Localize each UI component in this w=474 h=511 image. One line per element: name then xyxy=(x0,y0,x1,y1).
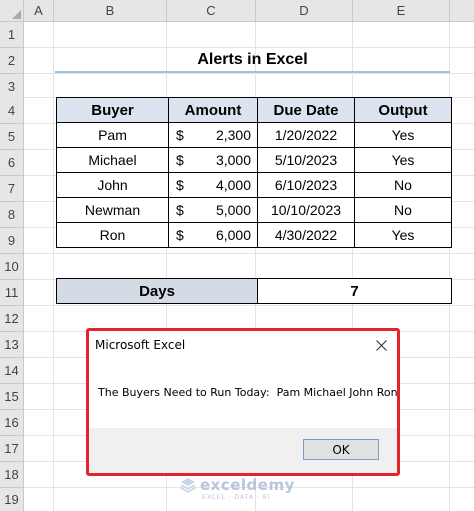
row-header-8[interactable]: 8 xyxy=(0,202,24,228)
column-header-e[interactable]: E xyxy=(353,0,450,22)
gridline xyxy=(24,305,474,306)
amount-value: 5,000 xyxy=(215,202,251,218)
row-header-2[interactable]: 2 xyxy=(0,48,24,74)
dialog-footer: OK xyxy=(89,428,397,473)
close-icon[interactable] xyxy=(373,337,389,353)
row-header-9[interactable]: 9 xyxy=(0,228,24,254)
cell-due-date[interactable]: 10/10/2023 xyxy=(257,197,355,223)
cell-buyer[interactable]: Ron xyxy=(56,222,169,248)
cell-amount[interactable]: $4,000 xyxy=(168,172,258,198)
amount-value: 3,000 xyxy=(215,152,251,168)
row-header-19[interactable]: 19 xyxy=(0,488,24,511)
days-label-cell[interactable]: Days xyxy=(56,278,258,304)
row-header-15[interactable]: 15 xyxy=(0,384,24,410)
amount-value: 4,000 xyxy=(215,177,251,193)
cell-buyer[interactable]: John xyxy=(56,172,169,198)
cell-buyer[interactable]: Newman xyxy=(56,197,169,223)
days-row: Days 7 xyxy=(56,278,452,304)
column-header-f[interactable] xyxy=(450,0,474,22)
table-row: Newman $5,000 10/10/2023 No xyxy=(56,197,452,223)
column-header-a[interactable]: A xyxy=(24,0,54,22)
row-header-13[interactable]: 13 xyxy=(0,332,24,358)
cell-output[interactable]: No xyxy=(354,197,452,223)
cell-output[interactable]: Yes xyxy=(354,147,452,173)
gridline xyxy=(24,253,474,254)
header-due-date[interactable]: Due Date xyxy=(257,97,355,123)
gridline xyxy=(24,73,474,74)
buyers-table: Buyer Amount Due Date Output Pam $2,300 … xyxy=(56,97,452,248)
amount-value: 6,000 xyxy=(215,227,251,243)
header-buyer[interactable]: Buyer xyxy=(56,97,169,123)
header-output[interactable]: Output xyxy=(354,97,452,123)
cell-amount[interactable]: $6,000 xyxy=(168,222,258,248)
currency-symbol: $ xyxy=(176,202,184,218)
cell-amount[interactable]: $3,000 xyxy=(168,147,258,173)
row-header-10[interactable]: 10 xyxy=(0,254,24,280)
title-underline xyxy=(55,71,450,73)
currency-symbol: $ xyxy=(176,227,184,243)
column-header-b[interactable]: B xyxy=(54,0,167,22)
row-header-14[interactable]: 14 xyxy=(0,358,24,384)
header-amount[interactable]: Amount xyxy=(168,97,258,123)
select-all-corner[interactable] xyxy=(0,0,24,22)
cell-buyer[interactable]: Pam xyxy=(56,122,169,148)
row-header-3[interactable]: 3 xyxy=(0,74,24,100)
cell-amount[interactable]: $5,000 xyxy=(168,197,258,223)
cell-amount[interactable]: $2,300 xyxy=(168,122,258,148)
cell-due-date[interactable]: 5/10/2023 xyxy=(257,147,355,173)
currency-symbol: $ xyxy=(176,127,184,143)
days-value-cell[interactable]: 7 xyxy=(257,278,452,304)
cell-output[interactable]: Yes xyxy=(354,222,452,248)
watermark-name: exceldemy xyxy=(200,476,295,494)
cell-output[interactable]: Yes xyxy=(354,122,452,148)
table-row: Michael $3,000 5/10/2023 Yes xyxy=(56,147,452,173)
cell-due-date[interactable]: 4/30/2022 xyxy=(257,222,355,248)
days-table: Days 7 xyxy=(56,278,452,304)
row-header-5[interactable]: 5 xyxy=(0,124,24,150)
message-box-dialog: Microsoft Excel The Buyers Need to Run T… xyxy=(89,331,397,473)
gridline xyxy=(449,22,450,511)
exceldemy-watermark: exceldemy EXCEL · DATA · BI xyxy=(180,476,295,501)
cell-due-date[interactable]: 1/20/2022 xyxy=(257,122,355,148)
row-header-17[interactable]: 17 xyxy=(0,436,24,462)
currency-symbol: $ xyxy=(176,177,184,193)
exceldemy-logo-icon xyxy=(180,478,196,493)
cell-due-date[interactable]: 6/10/2023 xyxy=(257,172,355,198)
cell-buyer[interactable]: Michael xyxy=(56,147,169,173)
row-header-12[interactable]: 12 xyxy=(0,306,24,332)
row-header-4[interactable]: 4 xyxy=(0,98,24,124)
dialog-title: Microsoft Excel xyxy=(95,338,186,352)
ok-button[interactable]: OK xyxy=(303,439,379,460)
column-header-c[interactable]: C xyxy=(167,0,256,22)
row-header-16[interactable]: 16 xyxy=(0,410,24,436)
table-header-row: Buyer Amount Due Date Output xyxy=(56,97,452,123)
dialog-message: The Buyers Need to Run Today: Pam Michae… xyxy=(98,386,397,399)
currency-symbol: $ xyxy=(176,152,184,168)
row-header-11[interactable]: 11 xyxy=(0,280,24,306)
table-row: Pam $2,300 1/20/2022 Yes xyxy=(56,122,452,148)
close-icon-glyph xyxy=(375,339,387,351)
spreadsheet-grid[interactable]: A B C D E 1 2 3 4 5 6 7 8 9 10 11 12 13 … xyxy=(0,0,474,511)
row-header-18[interactable]: 18 xyxy=(0,462,24,488)
row-header-1[interactable]: 1 xyxy=(0,22,24,48)
table-row: Ron $6,000 4/30/2022 Yes xyxy=(56,222,452,248)
gridline xyxy=(53,22,54,511)
sheet-title[interactable]: Alerts in Excel xyxy=(55,48,450,72)
select-all-triangle xyxy=(12,10,21,19)
row-header-6[interactable]: 6 xyxy=(0,150,24,176)
table-row: John $4,000 6/10/2023 No xyxy=(56,172,452,198)
cell-output[interactable]: No xyxy=(354,172,452,198)
amount-value: 2,300 xyxy=(215,127,251,143)
column-header-d[interactable]: D xyxy=(256,0,353,22)
watermark-tagline: EXCEL · DATA · BI xyxy=(202,494,271,501)
row-header-7[interactable]: 7 xyxy=(0,176,24,202)
